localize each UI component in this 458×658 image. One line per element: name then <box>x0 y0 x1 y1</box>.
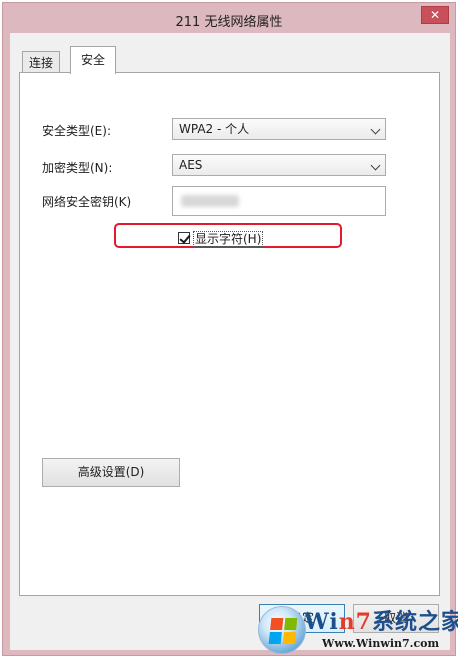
dialog-client-area: 连接 安全 安全类型(E): WPA2 - 个人 加密类型(N): AES 网络… <box>10 33 450 650</box>
tab-security[interactable]: 安全 <box>70 46 117 74</box>
properties-window: 211 无线网络属性 ✕ 连接 安全 安全类型(E): WPA2 - 个人 加密… <box>2 2 456 656</box>
network-key-label: 网络安全密钥(K) <box>42 195 132 209</box>
close-icon: ✕ <box>429 8 441 22</box>
security-type-select[interactable]: WPA2 - 个人 <box>172 118 386 140</box>
watermark-url: Www.Winwin7.com <box>322 637 440 650</box>
security-type-value: WPA2 - 个人 <box>179 122 250 136</box>
windows-logo-icon <box>258 606 306 654</box>
chevron-down-icon <box>370 124 381 135</box>
show-characters-label[interactable]: 显示字符(H) <box>193 230 264 247</box>
close-button[interactable]: ✕ <box>421 6 449 24</box>
encryption-type-select[interactable]: AES <box>172 154 386 176</box>
encryption-type-label: 加密类型(N): <box>42 161 113 175</box>
tab-connection[interactable]: 连接 <box>22 51 61 74</box>
network-key-input[interactable] <box>172 186 386 216</box>
title-bar[interactable]: 211 无线网络属性 ✕ <box>3 3 455 33</box>
advanced-settings-button[interactable]: 高级设置(D) <box>42 458 180 487</box>
security-tab-panel: 安全类型(E): WPA2 - 个人 加密类型(N): AES 网络安全密钥(K… <box>19 72 440 596</box>
window-title: 211 无线网络属性 <box>175 15 283 30</box>
watermark-logo-text: Win7系统之家 <box>304 609 458 635</box>
obscured-key-text <box>181 195 239 207</box>
show-characters-checkbox[interactable] <box>178 232 190 244</box>
security-type-label: 安全类型(E): <box>42 124 111 138</box>
chevron-down-icon <box>370 160 381 171</box>
encryption-type-value: AES <box>179 158 203 172</box>
